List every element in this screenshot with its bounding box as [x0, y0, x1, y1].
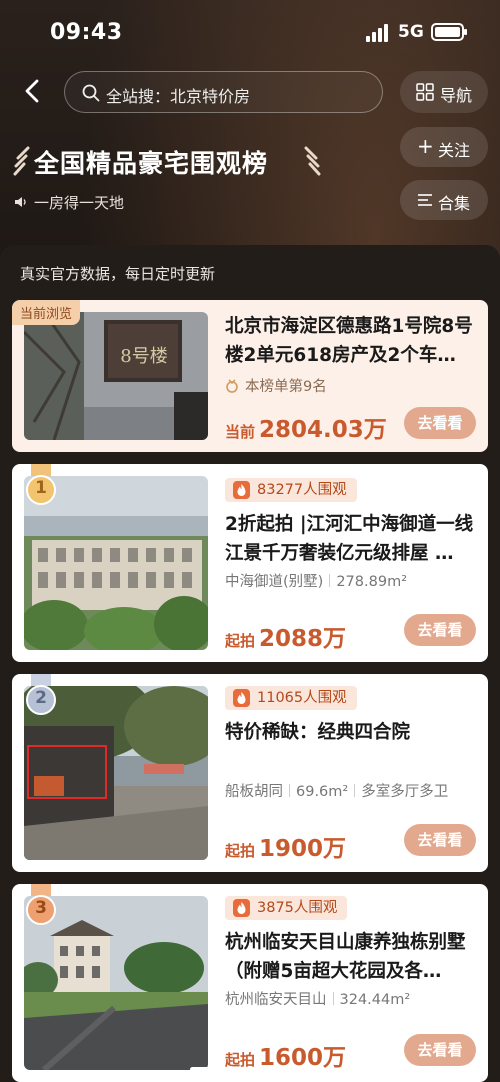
medal-icon	[226, 379, 238, 393]
follow-label: 关注	[438, 141, 471, 160]
network-type: 5G	[398, 22, 424, 42]
hutong-name: 船板胡同	[225, 784, 283, 800]
status-time: 09:43	[50, 20, 123, 45]
view-button[interactable]: 去看看	[404, 824, 476, 856]
price-value: 2088万	[259, 626, 347, 652]
area: 69.6m²	[296, 784, 349, 800]
collection-button[interactable]: 合集	[400, 180, 488, 220]
listing-meta: 船板胡同 69.6m² 多室多厅多卫	[225, 780, 448, 801]
svg-text:8号楼: 8号楼	[120, 346, 167, 367]
price-label: 当前	[225, 423, 256, 441]
rank-number: 2	[35, 688, 47, 708]
views-tag: 83277人围观	[225, 478, 357, 502]
collection-label: 合集	[438, 194, 471, 213]
battery-icon	[431, 23, 467, 41]
starting-price: 起拍 2088万	[225, 619, 346, 653]
listing-title: 2折起拍 |江河汇中海御道一线江景千万奢装亿元级排屋 …	[225, 514, 474, 564]
rank-badge-icon: 3	[24, 884, 58, 926]
views-tag: 3875人围观	[225, 896, 348, 920]
listing-card[interactable]: 2 11065人围观 特价稀缺：经典四合院 船板胡同 69.6m² 多室多厅多卫 起…	[12, 674, 488, 872]
rank-badge-icon: 1	[24, 464, 58, 506]
views-count: 11065人围观	[257, 690, 347, 706]
flame-icon	[233, 899, 250, 917]
listing-title: 特价稀缺：经典四合院	[225, 722, 411, 743]
follow-button[interactable]: + 关注	[400, 127, 488, 167]
list-note: 真实官方数据，每日定时更新	[20, 265, 216, 283]
page-title: 全国精品豪宅围观榜	[10, 142, 321, 182]
views-count: 3875人围观	[257, 900, 338, 916]
listing-title: 杭州临安天目山康养独栋别墅（附赠5亩超大花园及各…	[225, 932, 466, 982]
price-label: 起拍	[225, 842, 256, 860]
area: 278.89m²	[336, 574, 408, 590]
view-button[interactable]: 去看看	[404, 614, 476, 646]
price-value: 1900万	[259, 836, 347, 862]
area: 324.44m²	[339, 992, 411, 1008]
laurel-icon	[304, 146, 321, 176]
view-button[interactable]: 去看看	[404, 1034, 476, 1066]
layout: 多室多厅多卫	[361, 784, 449, 800]
speaker-icon	[15, 197, 26, 207]
navigation-label: 导航	[440, 86, 473, 105]
rank-number: 1	[35, 478, 47, 498]
current-browsing-tag: 当前浏览	[12, 300, 81, 325]
search-placeholder: 全站搜：北京特价房	[106, 87, 251, 106]
laurel-icon	[13, 146, 30, 176]
views-tag: 11065人围观	[225, 686, 357, 710]
status-bar: 09:43 5G	[0, 0, 500, 66]
search-icon	[82, 84, 100, 102]
listing-photo: 8号楼	[24, 312, 208, 440]
navigation-button[interactable]: 导航	[400, 71, 488, 113]
rank-text: 本榜单第9名	[245, 379, 327, 395]
grid-icon	[416, 83, 434, 101]
subtitle: 一房得一天地	[14, 192, 124, 213]
location-name: 杭州临安天目山	[225, 992, 327, 1008]
plus-icon: +	[417, 134, 434, 158]
page-title-text: 全国精品豪宅围观榜	[34, 149, 269, 178]
rank-info: 本榜单第9名	[225, 375, 327, 396]
rank-number: 3	[35, 898, 47, 918]
rank-badge-icon: 2	[24, 674, 58, 716]
view-button[interactable]: 去看看	[404, 407, 476, 439]
price-value: 2804.03万	[259, 417, 387, 443]
listing-title: 北京市海淀区德惠路1号院8号楼2单元618房产及2个车…	[225, 316, 473, 366]
back-arrow-icon[interactable]	[18, 76, 48, 106]
price-label: 起拍	[225, 632, 256, 650]
cellular-signal-icon	[366, 24, 390, 42]
views-count: 83277人围观	[257, 482, 347, 498]
current-listing-card[interactable]: 8号楼 当前浏览 北京市海淀区德惠路1号院8号楼2单元618房产及2个车… 本榜…	[12, 300, 488, 452]
starting-price: 起拍 1900万	[225, 829, 346, 863]
home-indicator[interactable]	[190, 1067, 316, 1072]
listing-meta: 中海御道(别墅) 278.89m²	[225, 570, 407, 591]
search-input[interactable]: 全站搜：北京特价房	[64, 71, 383, 113]
flame-icon	[233, 481, 250, 499]
flame-icon	[233, 689, 250, 707]
listing-card[interactable]: 1 83277人围观 2折起拍 |江河汇中海御道一线江景千万奢装亿元级排屋 … …	[12, 464, 488, 662]
current-price: 当前 2804.03万	[225, 410, 387, 444]
listing-card[interactable]: 3 3875人围观 杭州临安天目山康养独栋别墅（附赠5亩超大花园及各… 杭州临安…	[12, 884, 488, 1082]
community-name: 中海御道(别墅)	[225, 574, 324, 590]
subtitle-text: 一房得一天地	[34, 194, 125, 212]
list-icon	[418, 194, 432, 206]
listing-meta: 杭州临安天目山 324.44m²	[225, 988, 410, 1009]
